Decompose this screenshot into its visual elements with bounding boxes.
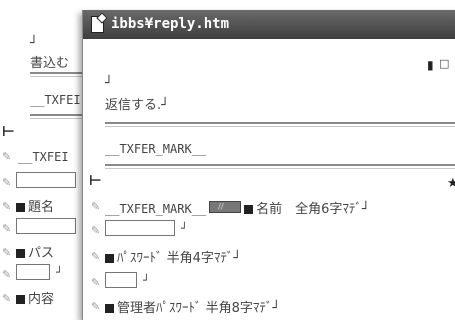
reply-label: 返信する.┘ — [105, 98, 169, 113]
password-label: ﾊﾟｽﾜｰﾄﾞ 半角4字ﾏﾃﾞ┘ — [117, 251, 242, 266]
label-subject: 題名 — [16, 196, 54, 215]
flag-text: □ — [439, 57, 450, 70]
square-bullet-icon — [16, 203, 25, 212]
divider — [105, 126, 455, 127]
insertion-mark-icon: ⊢ — [2, 124, 15, 140]
admin-password-row: 管理者ﾊﾟｽﾜｰﾄﾞ 半角8字ﾏﾃﾞ┘ — [105, 297, 280, 316]
square-bullet-icon — [16, 249, 25, 258]
password-row: ﾊﾟｽﾜｰﾄﾞ 半角4字ﾏﾃﾞ┘ — [105, 247, 241, 266]
divider — [105, 122, 455, 124]
square-bullet-icon — [105, 304, 114, 313]
txfer-mark-text: __TXFEI — [30, 93, 81, 107]
pencil-icon: ✎ — [91, 250, 101, 263]
line-end-marker: ┘ — [143, 274, 150, 287]
title-bar[interactable]: ibbs¥reply.htm — [83, 10, 455, 39]
line-end-marker: ┘ — [56, 266, 63, 279]
document-icon — [91, 16, 104, 33]
square-bullet-icon — [16, 295, 25, 304]
divider — [105, 168, 455, 169]
pencil-icon: ✎ — [91, 276, 101, 289]
txfer-mark-text: __TXFER_MARK__ — [105, 202, 207, 216]
pencil-icon: ✎ — [2, 292, 12, 305]
pencil-icon: ✎ — [91, 200, 101, 213]
txfer-mark-text: __TXFEI — [18, 150, 69, 164]
text-field[interactable] — [16, 218, 76, 234]
write-label: 書込む — [30, 56, 70, 71]
divider — [30, 114, 90, 116]
flag-icon: ▮ — [427, 58, 434, 72]
tag-image-icon — [209, 201, 242, 213]
pencil-icon: ✎ — [2, 268, 12, 281]
name-input[interactable] — [105, 220, 175, 236]
text-field[interactable] — [16, 172, 76, 188]
label-content: 内容 — [16, 288, 54, 307]
pencil-icon: ✎ — [2, 246, 12, 259]
square-bullet-icon — [105, 254, 114, 263]
pencil-icon: ✎ — [91, 224, 101, 237]
name-row: __TXFER_MARK__ 名前 全角6字ﾏﾃﾞ┘ — [105, 198, 370, 217]
divider — [30, 118, 90, 119]
name-label: 名前 全角6字ﾏﾃﾞ┘ — [256, 202, 370, 217]
divider — [30, 72, 90, 74]
pencil-icon: ✎ — [2, 222, 12, 235]
admin-password-label: 管理者ﾊﾟｽﾜｰﾄﾞ 半角8字ﾏﾃﾞ┘ — [117, 301, 281, 316]
pencil-icon: ✎ — [2, 200, 12, 213]
label-password: パス — [16, 242, 54, 261]
text-field[interactable] — [16, 264, 50, 280]
pencil-icon: ✎ — [2, 150, 12, 163]
txfer-mark-text: __TXFER_MARK__ — [105, 142, 207, 156]
divider — [105, 164, 455, 166]
insertion-mark-icon: ⊢ — [89, 173, 102, 189]
pencil-icon: ✎ — [91, 300, 101, 313]
editor-window[interactable]: ibbs¥reply.htm ▮ □ ┘ 返信する.┘ __TXFER_MARK… — [82, 10, 455, 320]
line-end-marker: ┘ — [105, 76, 113, 91]
password-input[interactable] — [105, 272, 137, 288]
star-icon: ★ — [447, 176, 455, 191]
line-end-marker: ┘ — [30, 36, 38, 51]
divider — [30, 76, 90, 77]
square-bullet-icon — [244, 205, 254, 214]
line-end-marker: ┘ — [181, 222, 188, 235]
window-title: ibbs¥reply.htm — [111, 16, 230, 32]
pencil-icon: ✎ — [2, 176, 12, 189]
